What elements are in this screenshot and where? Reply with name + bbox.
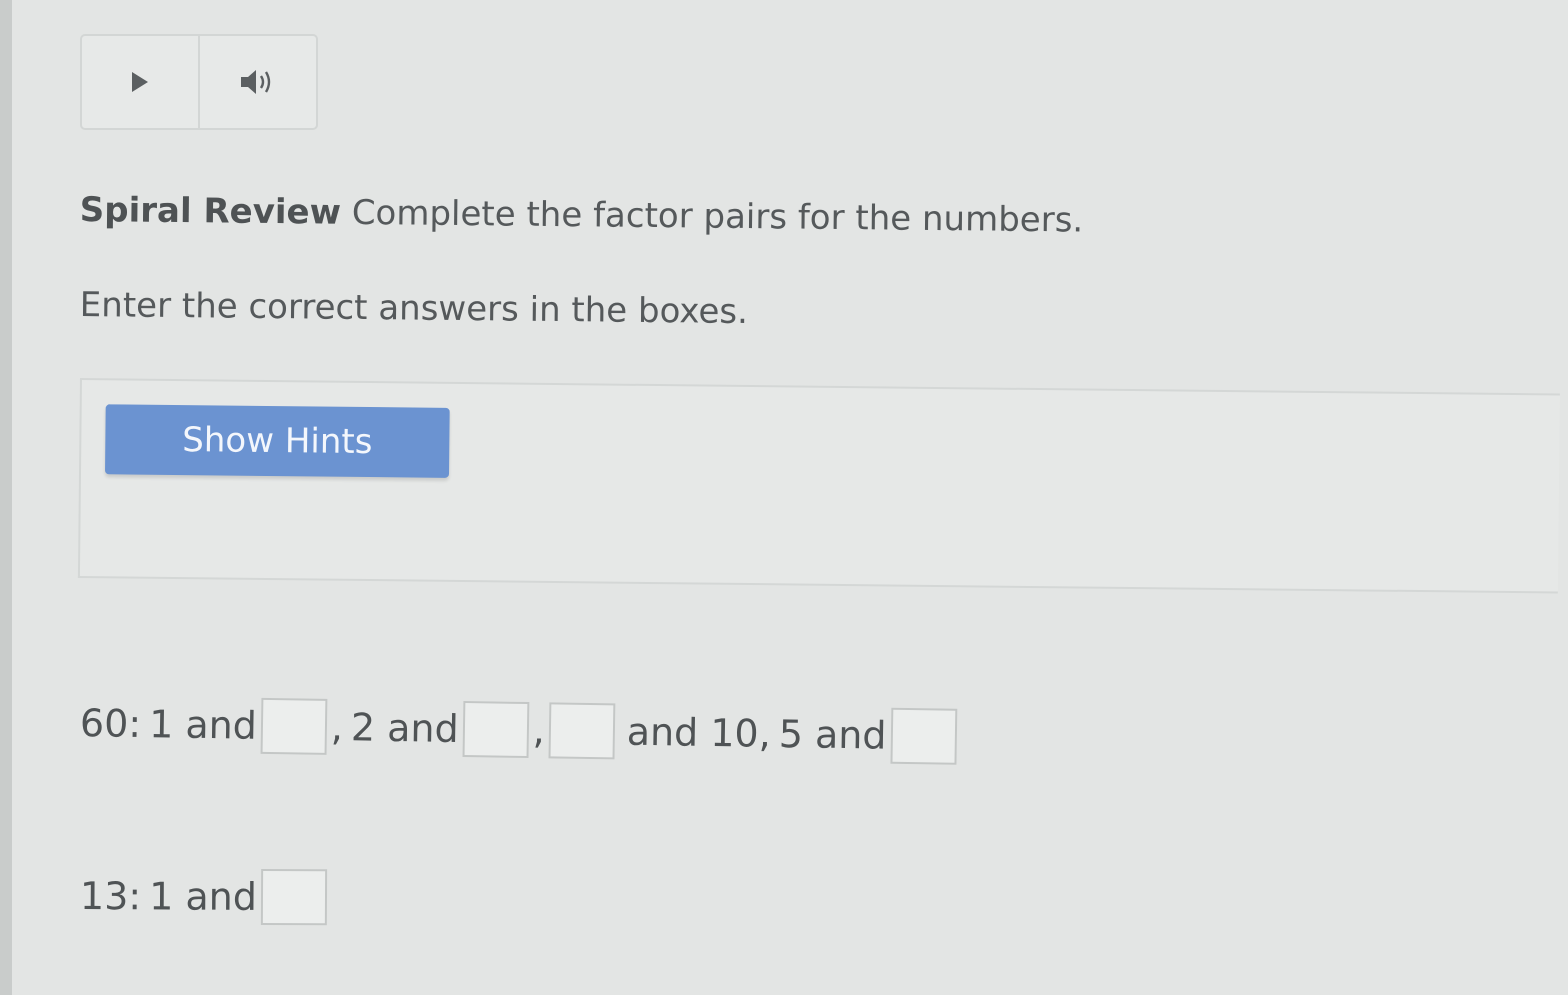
show-hints-button[interactable]: Show Hints bbox=[104, 404, 450, 478]
answer-instruction: Enter the correct answers in the boxes. bbox=[79, 285, 749, 332]
factor-row-13: 13: 1 and bbox=[79, 868, 331, 926]
answer-box-60-3[interactable] bbox=[548, 702, 616, 760]
pair-text: 1 and bbox=[148, 702, 258, 748]
play-icon bbox=[130, 71, 150, 93]
pair-text: and 10, bbox=[626, 709, 772, 756]
pair-text: 1 and bbox=[149, 874, 258, 919]
answer-box-60-2[interactable] bbox=[462, 701, 530, 759]
read-aloud-button[interactable] bbox=[198, 36, 316, 128]
answer-box-60-1[interactable] bbox=[260, 697, 328, 755]
play-button[interactable] bbox=[82, 36, 198, 128]
screen-edge bbox=[0, 0, 12, 995]
pair-text: 5 and bbox=[778, 711, 887, 758]
number-label-60: 60: bbox=[79, 701, 142, 746]
speaker-icon bbox=[238, 67, 278, 97]
prompt-text: Complete the factor pairs for the number… bbox=[351, 192, 1084, 241]
number-label-13: 13: bbox=[79, 874, 142, 919]
factor-row-60: 60: 1 and , 2 and , and 10, 5 and bbox=[80, 695, 961, 765]
separator: , bbox=[532, 708, 546, 753]
question-prompt: Spiral Review Complete the factor pairs … bbox=[80, 190, 1084, 241]
spiral-review-label: Spiral Review bbox=[79, 190, 342, 233]
hints-panel: Show Hints bbox=[77, 378, 1560, 594]
separator: , bbox=[330, 704, 344, 750]
answer-box-60-4[interactable] bbox=[890, 707, 957, 765]
audio-controls bbox=[80, 34, 318, 130]
pair-text: 2 and bbox=[350, 705, 460, 751]
answer-box-13-1[interactable] bbox=[260, 868, 328, 926]
